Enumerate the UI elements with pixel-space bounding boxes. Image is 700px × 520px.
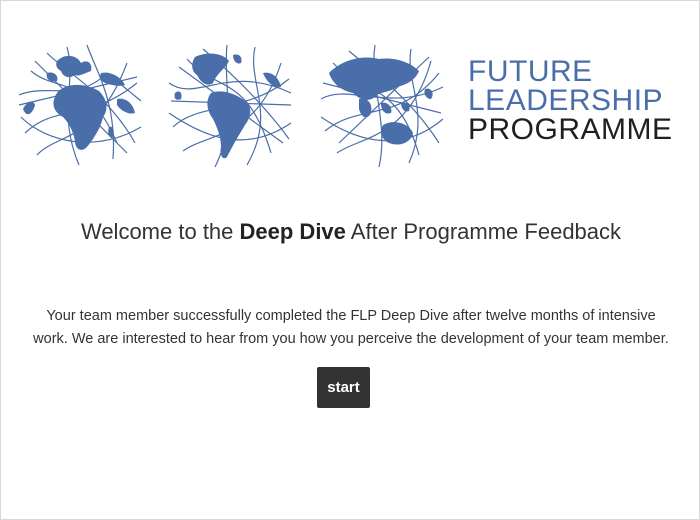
welcome-heading: Welcome to the Deep Dive After Programme…	[1, 219, 700, 245]
future-leadership-programme-logo: FUTURE LEADERSHIP PROGRAMME	[17, 43, 687, 169]
globe-africa-europe-icon	[18, 44, 142, 166]
intro-line-1: Your team member successfully completed …	[46, 308, 656, 324]
survey-page: FUTURE LEADERSHIP PROGRAMME Welcome to t…	[0, 0, 700, 520]
intro-paragraph: Your team member successfully completed …	[15, 305, 687, 351]
programme-wordmark: FUTURE LEADERSHIP PROGRAMME	[468, 55, 673, 146]
intro-line-2: work. We are interested to hear from you…	[33, 331, 669, 347]
globe-americas-icon	[168, 44, 292, 168]
welcome-prefix: Welcome to the	[80, 219, 240, 244]
wordmark-line-future: FUTURE	[468, 55, 593, 88]
wordmark-line-leadership: LEADERSHIP	[468, 84, 664, 117]
welcome-suffix: After Programme Feedback	[345, 219, 622, 244]
start-button[interactable]: start	[317, 367, 370, 408]
welcome-emphasis: Deep Dive	[239, 219, 346, 244]
globe-asia-australia-icon	[320, 44, 444, 168]
wordmark-line-programme: PROGRAMME	[468, 113, 673, 146]
